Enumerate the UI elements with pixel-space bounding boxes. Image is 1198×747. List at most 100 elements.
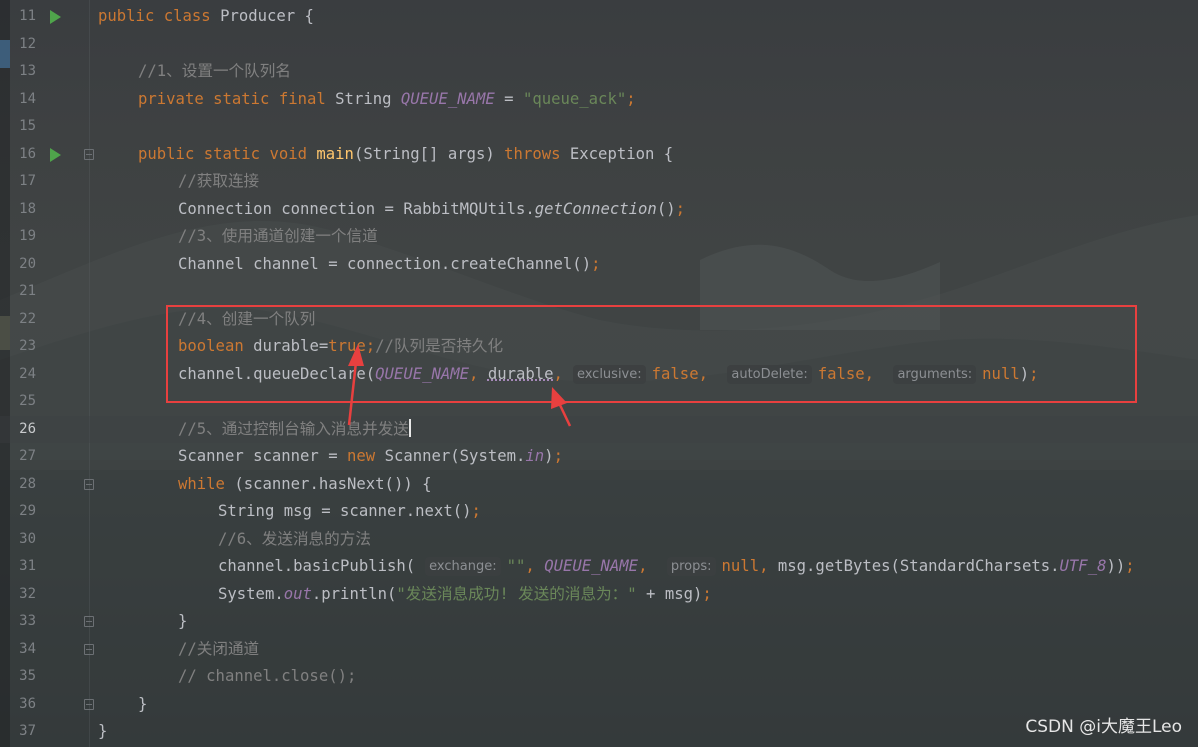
code-token: ;	[626, 89, 636, 108]
code-token: QUEUE_NAME	[544, 557, 639, 575]
code-token: ;	[1125, 557, 1135, 575]
code-token: "发送消息成功! 发送的消息为：	[396, 584, 628, 603]
code-token: Producer {	[220, 7, 314, 25]
code-line[interactable]: 36}	[0, 691, 1198, 719]
line-number[interactable]: 36	[10, 691, 36, 719]
line-number[interactable]: 17	[10, 168, 36, 196]
code-text: }	[98, 718, 107, 746]
code-token: //6、发送消息的方法	[218, 529, 371, 548]
code-line[interactable]: 16 public static void main(String[] args)…	[0, 141, 1198, 169]
code-line[interactable]: 12	[0, 31, 1198, 59]
code-text: //获取连接	[178, 168, 259, 196]
line-number[interactable]: 30	[10, 526, 36, 554]
line-number[interactable]: 33	[10, 608, 36, 636]
code-text: while (scanner.hasNext()) {	[178, 471, 432, 499]
parameter-hint: props:	[666, 557, 716, 576]
code-line[interactable]: 17 //获取连接	[0, 168, 1198, 196]
code-line[interactable]: 29 String msg = scanner.next();	[0, 498, 1198, 526]
code-token: UTF_8	[1059, 557, 1107, 575]
code-token: .println(	[311, 584, 397, 603]
fold-marker-icon[interactable]	[84, 478, 94, 490]
code-text: // channel.close();	[178, 663, 356, 691]
line-number[interactable]: 27	[10, 443, 36, 471]
line-number[interactable]: 35	[10, 663, 36, 691]
code-line[interactable]: 33}	[0, 608, 1198, 636]
code-token: ""	[506, 557, 526, 575]
code-line[interactable]: 31 channel.basicPublish(exchange: "", QUEU…	[0, 553, 1198, 581]
line-number[interactable]: 28	[10, 471, 36, 499]
watermark: CSDN @i大魔王Leo	[1025, 717, 1182, 737]
code-token: Exception {	[569, 144, 674, 163]
line-number[interactable]: 13	[10, 58, 36, 86]
code-token: public	[98, 7, 164, 25]
code-line[interactable]: 11 public class Producer {	[0, 3, 1198, 31]
code-text: public class Producer {	[98, 3, 314, 31]
code-line[interactable]: 32 System.out.println("发送消息成功! 发送的消息为：" +…	[0, 581, 1198, 609]
code-token: void	[269, 144, 317, 163]
code-token: (scanner.hasNext()) {	[234, 474, 432, 493]
code-line[interactable]: 35 // channel.close();	[0, 663, 1198, 691]
code-line[interactable]: 34 //关闭通道	[0, 636, 1198, 664]
code-line[interactable]: 28 while (scanner.hasNext()) {	[0, 471, 1198, 499]
code-editor[interactable]: 11 public class Producer { 12 13 //1、设置一个队列名…	[0, 0, 1198, 747]
fold-marker-icon[interactable]	[84, 148, 94, 160]
code-line[interactable]: 15	[0, 113, 1198, 141]
line-number[interactable]: 20	[10, 251, 36, 279]
code-token: ;	[471, 502, 481, 520]
code-line[interactable]: 19 //3、使用通道创建一个信道	[0, 223, 1198, 251]
line-number[interactable]: 19	[10, 223, 36, 251]
line-number[interactable]: 24	[10, 361, 36, 389]
code-token: ;	[702, 584, 712, 603]
code-line[interactable]: 30 //6、发送消息的方法	[0, 526, 1198, 554]
code-token: null,	[721, 557, 778, 575]
line-number[interactable]: 12	[10, 31, 36, 59]
line-number[interactable]: 25	[10, 388, 36, 416]
code-token: throws	[504, 144, 570, 163]
code-token: ;	[553, 447, 563, 465]
parameter-hint: exchange:	[425, 557, 501, 576]
fold-marker-icon[interactable]	[84, 698, 94, 710]
line-number[interactable]: 21	[10, 278, 36, 306]
fold-marker-icon[interactable]	[84, 616, 94, 627]
line-number[interactable]: 23	[10, 333, 36, 361]
code-text: Channel channel = connection.createChann…	[178, 251, 600, 279]
line-number[interactable]: 14	[10, 86, 36, 114]
code-token: Scanner(System.	[384, 447, 526, 465]
code-token: String	[335, 89, 401, 108]
code-line[interactable]: 14 private static final String QUEUE_NAME…	[0, 86, 1198, 114]
code-line[interactable]: 26 //5、通过控制台输入消息并发送	[0, 415, 1198, 444]
code-text: Scanner scanner = new Scanner(System.in)…	[178, 443, 563, 471]
line-number[interactable]: 34	[10, 636, 36, 664]
code-token: //关闭通道	[178, 639, 260, 658]
run-gutter-icon[interactable]	[50, 147, 61, 162]
code-token: + msg)	[636, 584, 703, 603]
code-line[interactable]: 18 Connection connection = RabbitMQUtils.…	[0, 196, 1198, 224]
code-token: static	[203, 144, 270, 163]
text-caret	[408, 418, 411, 437]
code-text: channel.basicPublish(exchange: "", QUEUE_…	[218, 553, 1135, 581]
code-line[interactable]: 27 Scanner scanner = new Scanner(System.i…	[0, 443, 1198, 471]
code-line[interactable]: 13 //1、设置一个队列名	[0, 58, 1198, 86]
code-token: "	[627, 584, 637, 603]
fold-marker-icon[interactable]	[84, 643, 94, 655]
code-text: //关闭通道	[178, 636, 259, 664]
line-number[interactable]: 29	[10, 498, 36, 526]
line-number[interactable]: 18	[10, 196, 36, 224]
code-line[interactable]: 37}	[0, 718, 1198, 746]
run-gutter-icon[interactable]	[50, 10, 61, 24]
line-number[interactable]: 15	[10, 113, 36, 141]
line-number[interactable]: 31	[10, 553, 36, 581]
code-token: ,	[525, 557, 545, 575]
highlight-box	[166, 305, 1137, 403]
code-line[interactable]: 20 Channel channel = connection.createCha…	[0, 251, 1198, 279]
line-number[interactable]: 32	[10, 581, 36, 609]
line-number[interactable]: 37	[10, 718, 36, 746]
line-number[interactable]: 11	[10, 3, 36, 31]
code-line[interactable]: 21	[0, 278, 1198, 306]
line-number[interactable]: 22	[10, 306, 36, 334]
code-text: Connection connection = RabbitMQUtils.ge…	[178, 196, 685, 224]
code-token: Channel channel = connection.createChann…	[178, 254, 592, 273]
code-token: QUEUE_NAME	[400, 89, 495, 108]
line-number[interactable]: 26	[10, 416, 36, 444]
line-number[interactable]: 16	[10, 141, 36, 169]
